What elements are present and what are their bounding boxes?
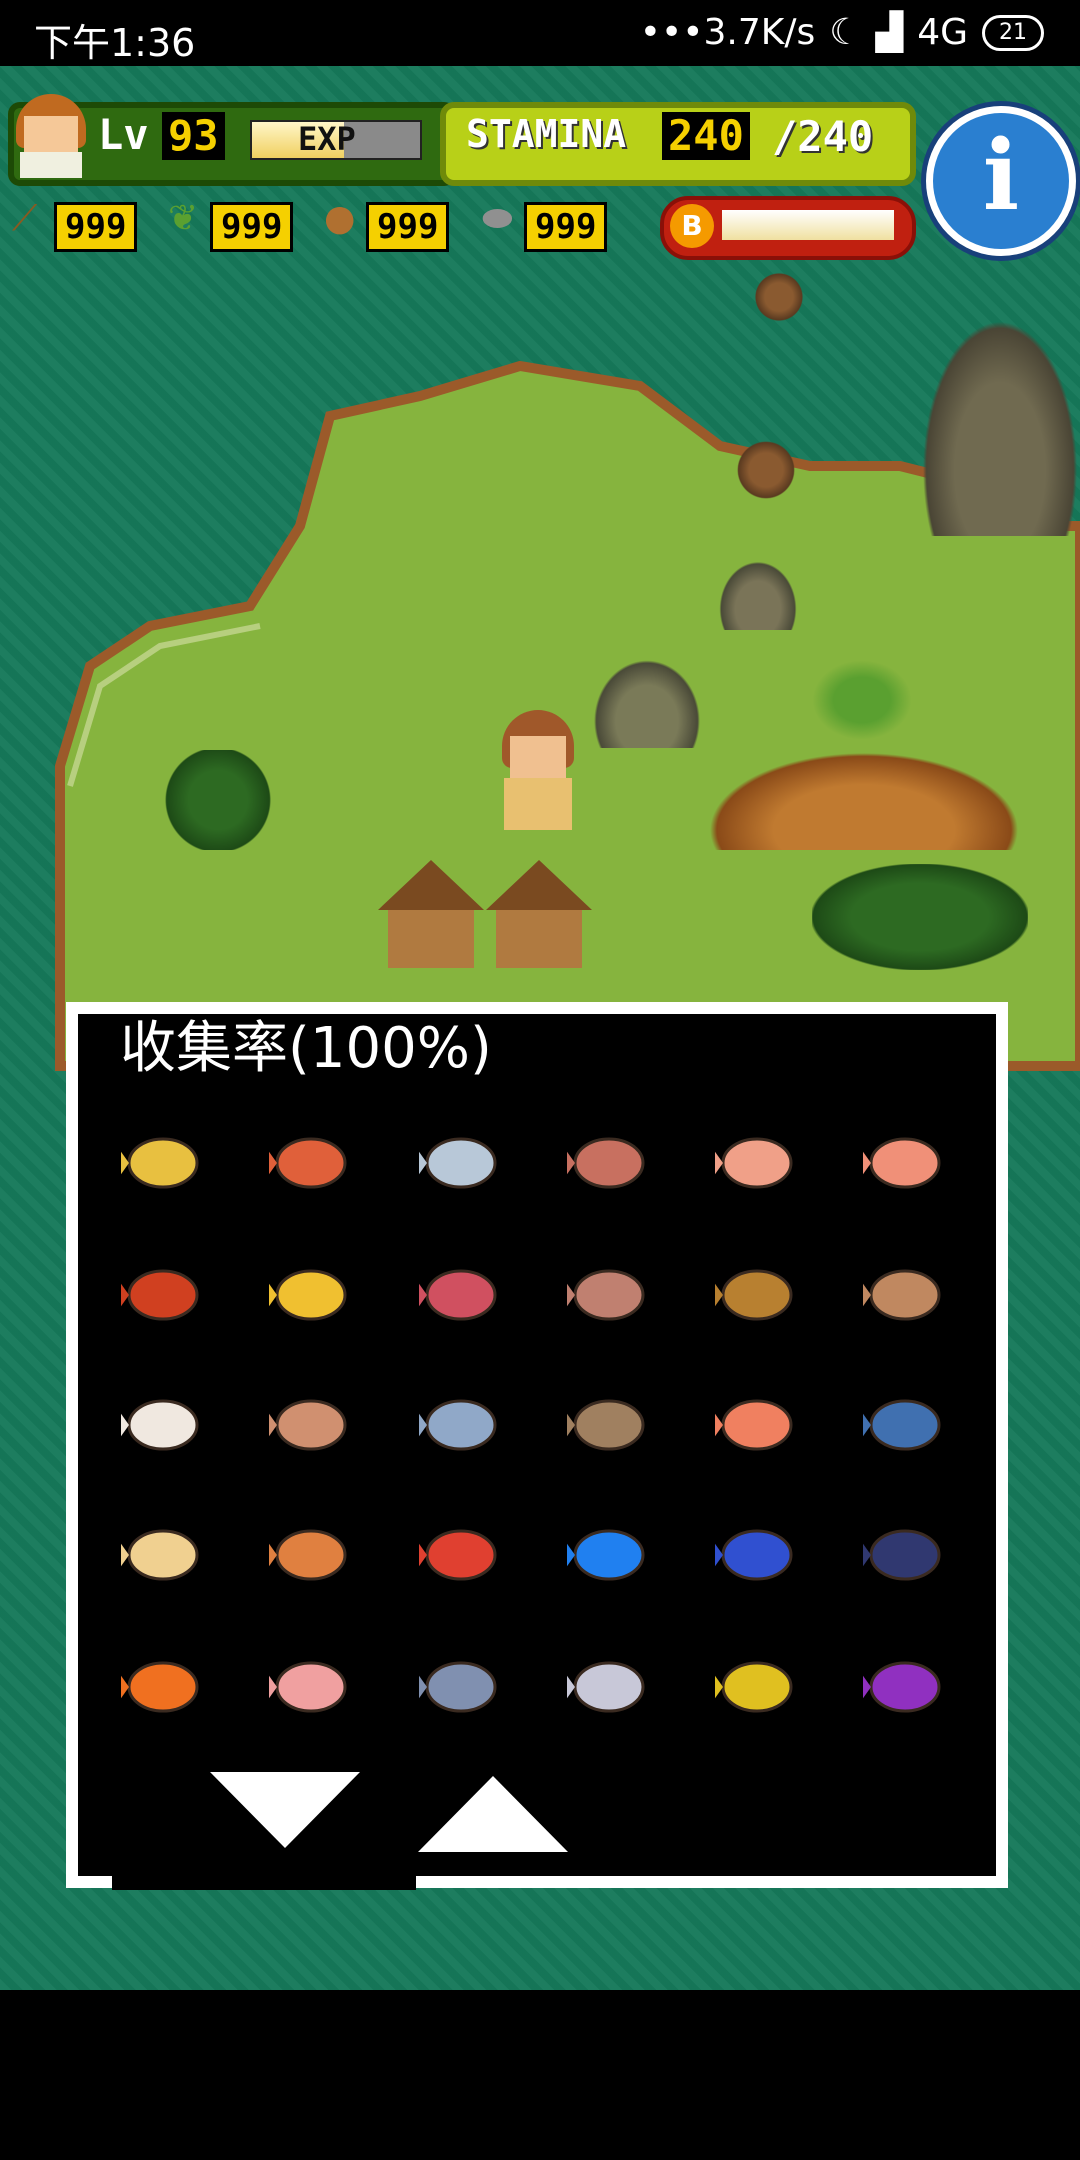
- shrimp-icon[interactable]: [108, 1108, 218, 1218]
- resource-value: 999: [366, 202, 450, 252]
- rock-sprite: [718, 560, 798, 630]
- player-character[interactable]: [488, 710, 588, 834]
- resource-value: 999: [54, 202, 138, 252]
- hut-sprite[interactable]: [378, 860, 484, 970]
- crab-meat-icon[interactable]: [702, 1108, 812, 1218]
- resource-value: 999: [210, 202, 294, 252]
- exp-label: EXP: [298, 120, 356, 158]
- plant-sprite: [812, 660, 912, 740]
- red-shrimp-icon[interactable]: [108, 1240, 218, 1350]
- squid-icon[interactable]: [108, 1500, 218, 1610]
- branch-icon: ⟋: [12, 198, 38, 239]
- player-avatar-icon: [8, 90, 94, 180]
- mackerel-icon[interactable]: [406, 1632, 516, 1742]
- lobster-icon[interactable]: [406, 1500, 516, 1610]
- sardine-icon[interactable]: [406, 1370, 516, 1480]
- scallop-shell-icon[interactable]: [256, 1632, 366, 1742]
- rock-sprite: [592, 658, 702, 748]
- moon-icon: ☾: [829, 12, 862, 53]
- fish-head-icon[interactable]: [554, 1240, 664, 1350]
- purple-fish-icon[interactable]: [850, 1632, 960, 1742]
- network-speed: •••3.7K/s: [639, 12, 816, 53]
- scallop-sashimi-icon[interactable]: [108, 1370, 218, 1480]
- hut-sprite[interactable]: [486, 860, 592, 970]
- red-crab-legs-icon[interactable]: [406, 1240, 516, 1350]
- dirt-mound-sprite: [704, 750, 1024, 850]
- status-indicators: •••3.7K/s ☾ ▟ 4G 21: [640, 12, 1044, 53]
- bottom-letterbox: [0, 1990, 1080, 2160]
- network-type: 4G: [917, 12, 968, 53]
- blue-fish-icon[interactable]: [554, 1500, 664, 1610]
- mountain-sprite: [920, 316, 1080, 536]
- rock-sprite: [754, 272, 804, 322]
- eel-icon[interactable]: [554, 1632, 664, 1742]
- octopus-icon[interactable]: [256, 1500, 366, 1610]
- boost-icon: B: [670, 204, 714, 248]
- yellow-shrimp-icon[interactable]: [256, 1240, 366, 1350]
- leaf-icon: ❦: [168, 198, 199, 239]
- collection-title: 收集率(100%): [106, 1014, 506, 1084]
- stamina-label: STAMINA: [466, 112, 627, 156]
- rock-sprite: [736, 440, 796, 500]
- blue-tang-icon[interactable]: [702, 1500, 812, 1610]
- info-button[interactable]: i: [926, 106, 1076, 256]
- clam-icon[interactable]: [256, 1370, 366, 1480]
- panel-border-gap: [112, 1876, 416, 1890]
- stamina-value: 240: [662, 112, 750, 160]
- boost-gauge[interactable]: B: [660, 196, 916, 260]
- pink-shrimp-icon[interactable]: [850, 1108, 960, 1218]
- clownfish-icon[interactable]: [108, 1632, 218, 1742]
- status-bar: 下午1:36 •••3.7K/s ☾ ▟ 4G 21: [0, 0, 1080, 66]
- silver-fish-icon[interactable]: [406, 1108, 516, 1218]
- resource-value: 999: [524, 202, 608, 252]
- stamina-max: /240: [772, 112, 874, 161]
- tuna-icon[interactable]: [850, 1370, 960, 1480]
- bush-sprite: [164, 750, 272, 850]
- tuna-belly-icon[interactable]: [702, 1240, 812, 1350]
- boost-fill: [722, 210, 894, 240]
- level-label: Lv: [98, 110, 149, 159]
- arrow-down-icon[interactable]: [210, 1772, 360, 1852]
- pufferfish-icon[interactable]: [702, 1370, 812, 1480]
- brown-shrimp-icon[interactable]: [850, 1240, 960, 1350]
- flounder-icon[interactable]: [554, 1370, 664, 1480]
- exp-bar: EXP: [250, 120, 422, 160]
- info-icon: i: [982, 119, 1020, 232]
- signal-icon: ▟: [875, 12, 904, 53]
- battery-indicator: 21: [982, 14, 1044, 51]
- collection-panel: 收集率(100%): [66, 1002, 1008, 1888]
- level-value: 93: [162, 112, 225, 160]
- status-time: 下午1:36: [34, 21, 196, 65]
- stone-icon: ⬬: [482, 198, 513, 239]
- swordfish-icon[interactable]: [850, 1500, 960, 1610]
- salmon-roe-icon[interactable]: [256, 1108, 366, 1218]
- salmon-icon[interactable]: [554, 1108, 664, 1218]
- nut-icon: ●: [324, 198, 356, 239]
- yellow-perch-icon[interactable]: [702, 1632, 812, 1742]
- arrow-up-icon[interactable]: [418, 1776, 568, 1852]
- bush-sprite: [812, 864, 1028, 970]
